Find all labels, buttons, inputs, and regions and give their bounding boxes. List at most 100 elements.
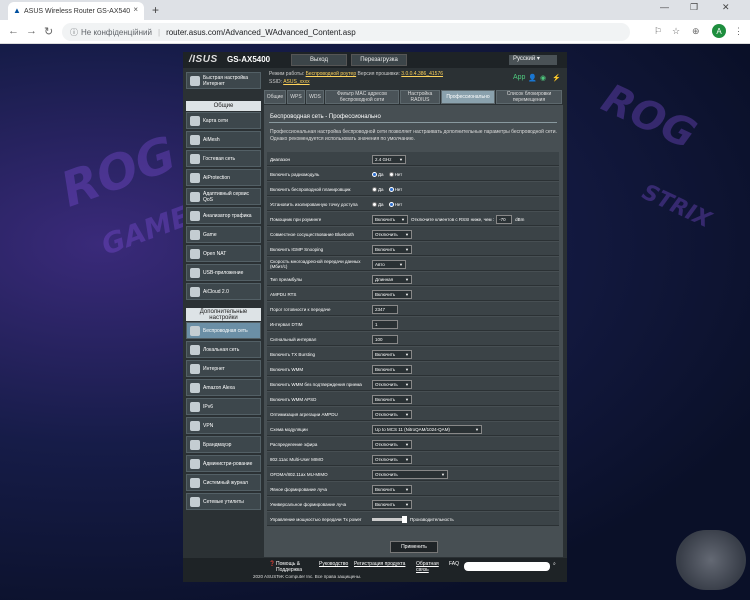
sidebar-item-admin[interactable]: Администри-рование	[186, 455, 261, 472]
firmware-label: Версия прошивки:	[357, 71, 400, 77]
menu-icon[interactable]: ⋮	[734, 26, 743, 37]
tab-wps[interactable]: WPS	[287, 90, 305, 104]
sidebar-quick-setup[interactable]: Быстрая настройка Интернет	[186, 72, 261, 89]
band-select[interactable]: 2.4 GHz ▼	[372, 154, 406, 164]
setting-row-igmp: Включить IGMP Snooping Включить ▼	[267, 242, 559, 256]
app-label[interactable]: App	[513, 74, 525, 81]
sidebar-item-guest[interactable]: Гостевая сеть	[186, 150, 261, 167]
universal-bf-select[interactable]: Включить ▼	[372, 499, 412, 509]
sidebar-item-usb[interactable]: USB-приложение	[186, 264, 261, 281]
usb-status-icon[interactable]: ⚡	[552, 74, 561, 82]
ampdu-opt-select[interactable]: Отключить ▼	[372, 409, 412, 419]
beacon-input[interactable]: 100	[372, 334, 398, 344]
radio-no[interactable]: Нет	[388, 186, 402, 192]
firmware-value[interactable]: 3.0.0.4.386_41576	[401, 71, 443, 77]
sidebar-item-network-map[interactable]: Карта сети	[186, 112, 261, 129]
setting-label: Управление мощностью передачи Tx power	[270, 516, 362, 522]
slider-handle[interactable]	[402, 515, 407, 523]
ampdu-rts-select[interactable]: Включить ▼	[372, 289, 412, 299]
sidebar-item-aiprotection[interactable]: AiProtection	[186, 169, 261, 186]
sidebar-item-lan[interactable]: Локальная сеть	[186, 341, 261, 358]
radio-yes[interactable]: Да	[372, 186, 384, 192]
search-icon[interactable]: ⌕	[553, 561, 556, 567]
dtim-input[interactable]: 1	[372, 319, 398, 329]
radio-yes[interactable]: Да	[372, 171, 384, 177]
roaming-select[interactable]: Включить ▼	[372, 214, 408, 224]
wmm-noack-select[interactable]: Отключить ▼	[372, 379, 412, 389]
wmm-apsd-select[interactable]: Включить ▼	[372, 394, 412, 404]
ssid-value[interactable]: ASUS_xxxx	[283, 79, 309, 85]
language-select[interactable]: Русский ▾	[509, 55, 557, 65]
setting-label: Диапазон	[270, 156, 290, 162]
sidebar-item-game[interactable]: Game	[186, 226, 261, 243]
star-icon[interactable]: ☆	[672, 26, 680, 37]
bluetooth-select[interactable]: Отключить ▼	[372, 229, 412, 239]
sidebar-item-wireless[interactable]: Беспроводная сеть	[186, 322, 261, 339]
logout-button[interactable]: Выход	[291, 54, 347, 66]
sidebar-item-open-nat[interactable]: Open NAT	[186, 245, 261, 262]
multicast-select[interactable]: Авто ▼	[372, 259, 406, 269]
tab-roaming-block[interactable]: Список блокировки перемещения	[496, 90, 562, 104]
radio-yes[interactable]: Да	[372, 201, 384, 207]
ofdma-select[interactable]: Отключить ▼	[372, 469, 448, 479]
explicit-bf-select[interactable]: Включить ▼	[372, 484, 412, 494]
sidebar-item-ipv6[interactable]: IPv6	[186, 398, 261, 415]
maximize-button[interactable]: ❐	[690, 2, 698, 13]
radio-no[interactable]: Нет	[388, 201, 402, 207]
faq-search-input[interactable]	[464, 562, 550, 571]
minimize-button[interactable]: —	[660, 2, 669, 12]
rts-threshold-input[interactable]: 2347	[372, 304, 398, 314]
user-icon[interactable]: 👤	[528, 74, 537, 82]
sidebar-item-tools[interactable]: Сетевые утилиты	[186, 493, 261, 510]
modulation-select[interactable]: Up to MCS 11 (NitroQAM/1024-QAM) ▼	[372, 424, 482, 434]
airtime-select[interactable]: Отключить ▼	[372, 439, 412, 449]
register-link[interactable]: Регистрация продукта	[354, 561, 405, 567]
tx-bursting-select[interactable]: Включить ▼	[372, 349, 412, 359]
setting-row-roaming: Помощник при роуминге Включить ▼ Отключит…	[267, 212, 559, 226]
url-field[interactable]: ⓘ Не конфіденційний | router.asus.com/Ad…	[62, 23, 630, 41]
sidebar-item-traffic[interactable]: Анализатор трафика	[186, 207, 261, 224]
sidebar-item-vpn[interactable]: VPN	[186, 417, 261, 434]
close-window-button[interactable]: ✕	[722, 2, 730, 13]
back-icon[interactable]: ←	[8, 25, 19, 37]
preamble-select[interactable]: Длинная ▼	[372, 274, 412, 284]
tab-wds[interactable]: WDS	[306, 90, 324, 104]
browser-tab[interactable]: ▲ ASUS Wireless Router GS-AX540 ×	[8, 2, 144, 20]
sidebar-item-label: Брандмауэр	[203, 441, 232, 448]
tab-title: ASUS Wireless Router GS-AX540	[24, 7, 131, 15]
reload-icon[interactable]: ↻	[44, 25, 53, 38]
info-icon[interactable]: ⓘ	[70, 27, 78, 38]
bg-decor: GAME	[97, 199, 195, 262]
reboot-button[interactable]: Перезагрузка	[351, 54, 407, 66]
sidebar-item-aicloud[interactable]: AiCloud 2.0	[186, 283, 261, 300]
tx-power-slider[interactable]	[372, 515, 407, 523]
mu-mimo-select[interactable]: Отключить ▼	[372, 454, 412, 464]
feedback-link[interactable]: Обратная связь	[416, 561, 440, 573]
mode-value[interactable]: Беспроводной роутер	[306, 71, 357, 77]
close-tab-icon[interactable]: ×	[133, 5, 138, 14]
tab-radius[interactable]: Настройка RADIUS	[400, 90, 440, 104]
sidebar-item-qos[interactable]: Адаптивный сервис QoS	[186, 188, 261, 205]
extension-icon[interactable]: ⊕	[692, 26, 700, 37]
forward-icon[interactable]: →	[26, 25, 37, 37]
sidebar-item-wan[interactable]: Интернет	[186, 360, 261, 377]
rssi-input[interactable]: -70	[496, 214, 513, 224]
translate-icon[interactable]: ⚐	[654, 26, 662, 37]
manual-link[interactable]: Руководство	[319, 561, 348, 567]
sidebar-item-label: IPv6	[203, 403, 214, 410]
sidebar-item-syslog[interactable]: Системный журнал	[186, 474, 261, 491]
new-tab-button[interactable]: +	[152, 3, 159, 17]
sidebar-item-firewall[interactable]: Брандмауэр	[186, 436, 261, 453]
tab-mac-filter[interactable]: Фильтр MAC адресов беспроводной сети	[325, 90, 399, 104]
apply-button[interactable]: Применить	[390, 541, 438, 553]
sidebar-item-aimesh[interactable]: AiMesh	[186, 131, 261, 148]
globe-status-icon[interactable]: ◉	[540, 74, 546, 82]
radio-dot	[388, 186, 394, 192]
wmm-select[interactable]: Включить ▼	[372, 364, 412, 374]
avatar[interactable]: A	[712, 24, 726, 38]
sidebar-item-alexa[interactable]: Amazon Alexa	[186, 379, 261, 396]
tab-general[interactable]: Общие	[264, 90, 286, 104]
tab-professional[interactable]: Профессионально	[441, 90, 495, 104]
radio-no[interactable]: Нет	[388, 171, 402, 177]
igmp-select[interactable]: Включить ▼	[372, 244, 412, 254]
